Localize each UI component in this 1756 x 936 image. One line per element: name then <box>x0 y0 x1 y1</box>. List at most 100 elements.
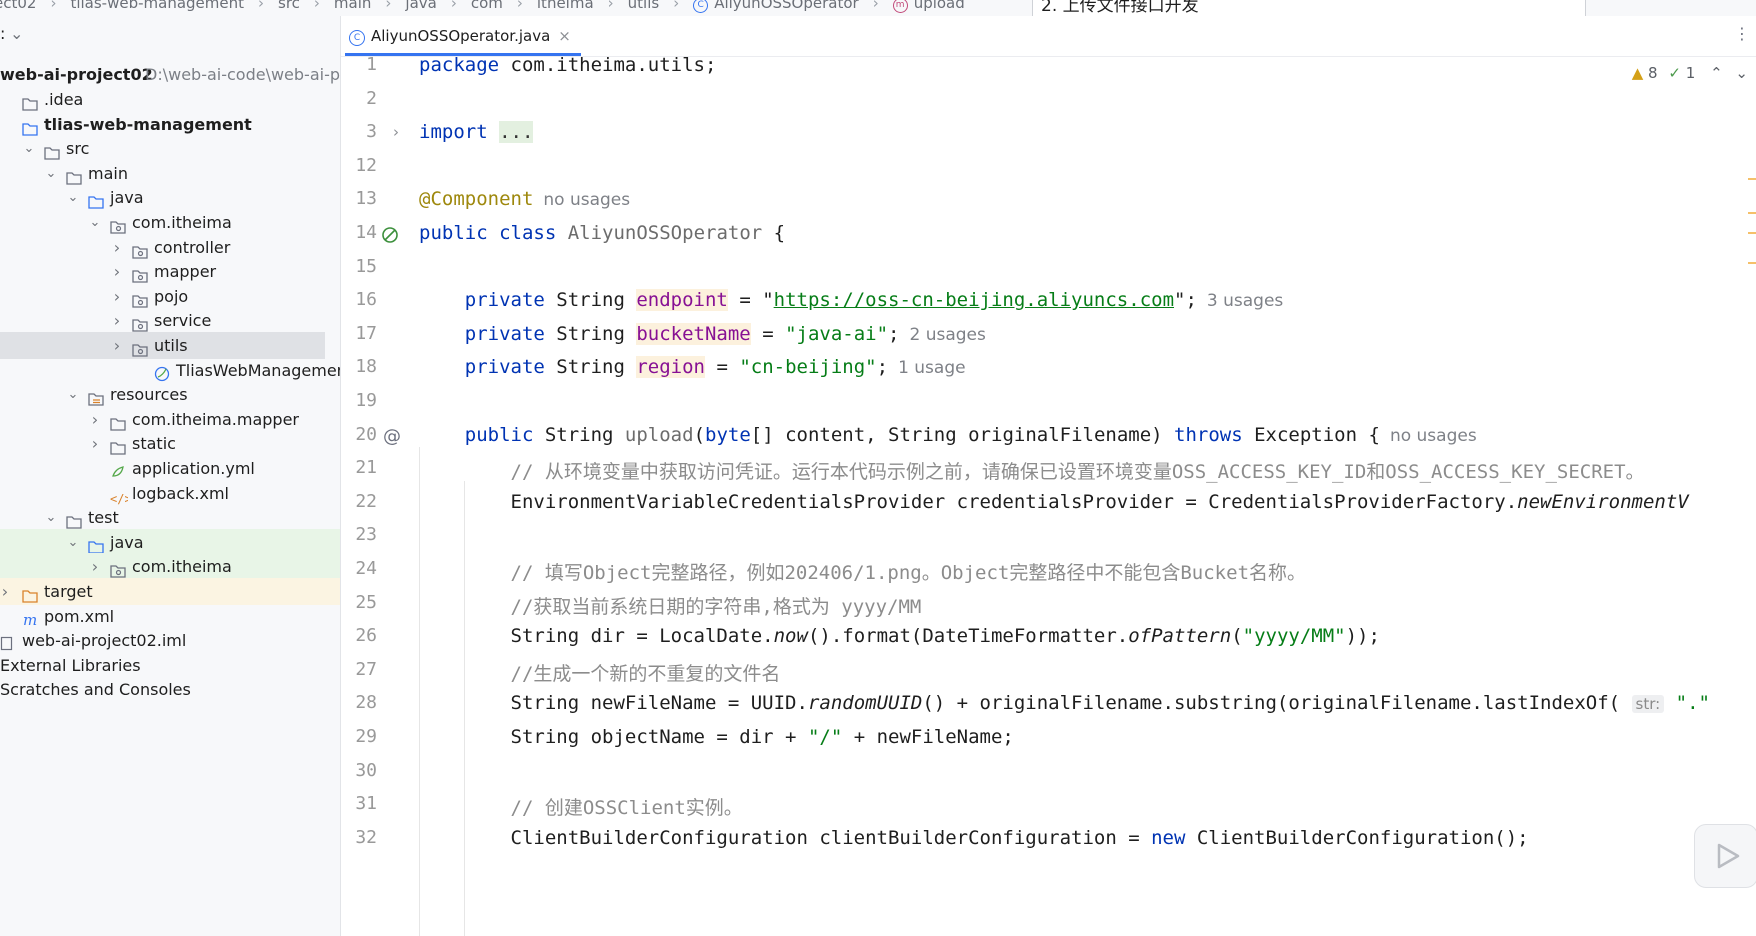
code-line[interactable]: import ... <box>419 121 534 144</box>
tree-item-java[interactable]: ⌄ java <box>0 184 340 211</box>
breadcrumb-item-main[interactable]: main <box>334 0 371 12</box>
usage-hint[interactable]: no usages <box>1390 426 1477 446</box>
tree-item-tlias-web-management[interactable]: tlias-web-management <box>0 111 340 138</box>
more-options-icon[interactable]: ⋮ <box>1734 24 1750 43</box>
code-line[interactable]: // 填写Object完整路径，例如202406/1.png。Object完整路… <box>419 558 1307 585</box>
tree-item-pojo[interactable]: › pojo <box>0 283 340 310</box>
code-line[interactable]: public class AliyunOSSOperator { <box>419 222 785 244</box>
chevron-right-icon[interactable]: › <box>110 258 124 285</box>
usage-hint[interactable]: no usages <box>543 190 630 210</box>
next-highlight-icon[interactable]: ⌄ <box>1735 64 1748 82</box>
chevron-right-icon[interactable]: › <box>110 332 124 359</box>
usage-hint[interactable]: 3 usages <box>1207 291 1283 311</box>
tree-item-java[interactable]: ⌄ java <box>0 528 340 556</box>
chevron-right-icon[interactable]: › <box>110 283 124 310</box>
tree-item-src[interactable]: ⌄ src <box>0 135 340 162</box>
code-token: public <box>464 423 534 446</box>
chevron-right-icon[interactable]: › <box>110 234 124 261</box>
tree-item-com-itheima[interactable]: ⌄ com.itheima <box>0 209 340 236</box>
chevron-down-icon[interactable]: ⌄ <box>66 184 80 211</box>
tree-item-label: controller <box>154 237 231 257</box>
close-icon[interactable]: × <box>558 27 571 45</box>
tree-item-web-ai-project02-iml[interactable]: web-ai-project02.iml <box>0 627 340 654</box>
folded-imports[interactable]: ... <box>499 121 534 144</box>
code-line[interactable]: EnvironmentVariableCredentialsProvider c… <box>419 491 1689 513</box>
code-token: newEnvironmentV <box>1517 490 1689 513</box>
tree-item-static[interactable]: › static <box>0 430 340 457</box>
chevron-down-icon[interactable]: ⌄ <box>66 381 80 408</box>
code-token: "/" <box>807 726 843 748</box>
chevron-down-icon[interactable]: ⌄ <box>88 209 102 236</box>
chevron-right-icon[interactable]: › <box>88 430 102 457</box>
code-line[interactable]: String objectName = dir + "/" + newFileN… <box>419 726 1014 748</box>
breadcrumb-item-utils[interactable]: utils <box>628 0 660 12</box>
code-line[interactable]: //生成一个新的不重复的文件名 <box>419 659 781 686</box>
code-editor[interactable]: package com.itheima.utils; import ... @Com… <box>419 57 1756 936</box>
chevron-down-icon[interactable]: ⌄ <box>44 160 58 187</box>
tree-item-com-itheima[interactable]: › com.itheima <box>0 553 340 581</box>
tree-item-application-yml[interactable]: application.yml <box>0 455 340 482</box>
breadcrumb-item-itheima[interactable]: itheima <box>537 0 594 12</box>
chevron-down-icon[interactable]: ⌄ <box>44 504 58 531</box>
breadcrumb-item-java[interactable]: java <box>405 0 436 12</box>
tree-item-resources[interactable]: ⌄ resources <box>0 381 340 408</box>
tree-item-service[interactable]: › service <box>0 307 340 334</box>
spring-bean-icon[interactable] <box>381 226 401 250</box>
tree-item-logback-xml[interactable]: </> logback.xml <box>0 480 340 507</box>
breadcrumb-item-ect02[interactable]: ect02 <box>0 0 36 12</box>
tree-item-tliaswebmanagementapplication[interactable]: TliasWebManagementApplication <box>0 357 340 384</box>
code-token: String <box>544 356 637 379</box>
code-line[interactable]: @Component no usages <box>419 188 630 210</box>
code-line[interactable]: package com.itheima.utils; <box>419 57 716 76</box>
breadcrumb-item-tlias-web-management[interactable]: tlias-web-management <box>70 0 244 12</box>
sidebar-header[interactable]: : ⌄ <box>0 20 340 47</box>
chevron-right-icon[interactable]: › <box>88 406 102 433</box>
chevron-right-icon[interactable]: › <box>88 553 102 580</box>
line-number: 13 <box>355 188 377 210</box>
code-line[interactable]: public String upload(byte[] content, Str… <box>419 424 1477 446</box>
code-token: ().format(DateTimeFormatter. <box>807 625 1129 648</box>
tree-item-pom-xml[interactable]: m pom.xml <box>0 603 340 630</box>
code-line[interactable]: private String region = "cn-beijing"; 1 u… <box>419 356 966 379</box>
chevron-down-icon[interactable]: ⌄ <box>10 20 23 47</box>
chevron-down-icon[interactable]: ⌄ <box>66 529 80 556</box>
tree-item-scratches-and-consoles[interactable]: Scratches and Consoles <box>0 676 340 703</box>
tree-item-idea[interactable]: .idea <box>0 86 340 113</box>
tree-item-test[interactable]: ⌄ test <box>0 504 340 531</box>
tree-item-controller[interactable]: › controller <box>0 234 340 261</box>
tree-item-utils[interactable]: › utils <box>0 332 325 359</box>
tab-aliyunossoperator[interactable]: C AliyunOSSOperator.java × <box>345 16 581 56</box>
breadcrumb-item-com[interactable]: com <box>471 0 503 12</box>
floating-play-button[interactable] <box>1694 824 1756 888</box>
scrollbar-marker <box>1748 212 1756 214</box>
code-line[interactable]: String dir = LocalDate.now().format(Date… <box>419 625 1380 647</box>
breadcrumb-item-aliyunossoperator[interactable]: C AliyunOSSOperator <box>693 0 859 13</box>
breadcrumb-item-upload[interactable]: m upload <box>892 0 965 13</box>
tree-item-com-itheima-mapper[interactable]: › com.itheima.mapper <box>0 406 340 433</box>
tab-active-indicator <box>345 53 581 56</box>
code-line[interactable]: private String bucketName = "java-ai"; 2 … <box>419 322 986 345</box>
tree-item-target[interactable]: › target <box>0 578 340 605</box>
code-line[interactable]: // 从环境变量中获取访问凭证。运行本代码示例之前，请确保已设置环境变量OSS_… <box>419 457 1645 484</box>
inspection-widget[interactable]: ▲ 8 ✓ 1 ⌃ ⌄ <box>1632 64 1748 82</box>
previous-highlight-icon[interactable]: ⌃ <box>1710 64 1723 82</box>
tree-item-mapper[interactable]: › mapper <box>0 258 340 285</box>
code-line[interactable]: ClientBuilderConfiguration clientBuilder… <box>419 827 1529 849</box>
usage-hint[interactable]: 1 usage <box>898 358 966 378</box>
chevron-right-icon[interactable]: › <box>110 307 124 334</box>
code-line[interactable]: // 创建OSSClient实例。 <box>419 793 743 820</box>
code-line[interactable]: private String endpoint = "https://oss-c… <box>419 289 1283 312</box>
chevron-right-icon[interactable]: › <box>0 578 12 605</box>
code-line[interactable]: //获取当前系统日期的字符串,格式为 yyyy/MM <box>419 592 922 619</box>
usage-hint[interactable]: 2 usages <box>909 325 985 345</box>
breadcrumb-item-src[interactable]: src <box>278 0 300 12</box>
code-line[interactable]: String newFileName = UUID.randomUUID() +… <box>419 692 1710 714</box>
tree-item-external-libraries[interactable]: External Libraries <box>0 652 340 679</box>
project-root-row[interactable]: web-ai-project02 D:\web-ai-code\web-ai-p <box>0 61 340 88</box>
tree-item-main[interactable]: ⌄ main <box>0 160 340 187</box>
chevron-down-icon[interactable]: ⌄ <box>22 135 36 162</box>
fold-expand-icon[interactable]: › <box>393 123 399 141</box>
at-annotation-icon[interactable]: @ <box>383 426 401 447</box>
